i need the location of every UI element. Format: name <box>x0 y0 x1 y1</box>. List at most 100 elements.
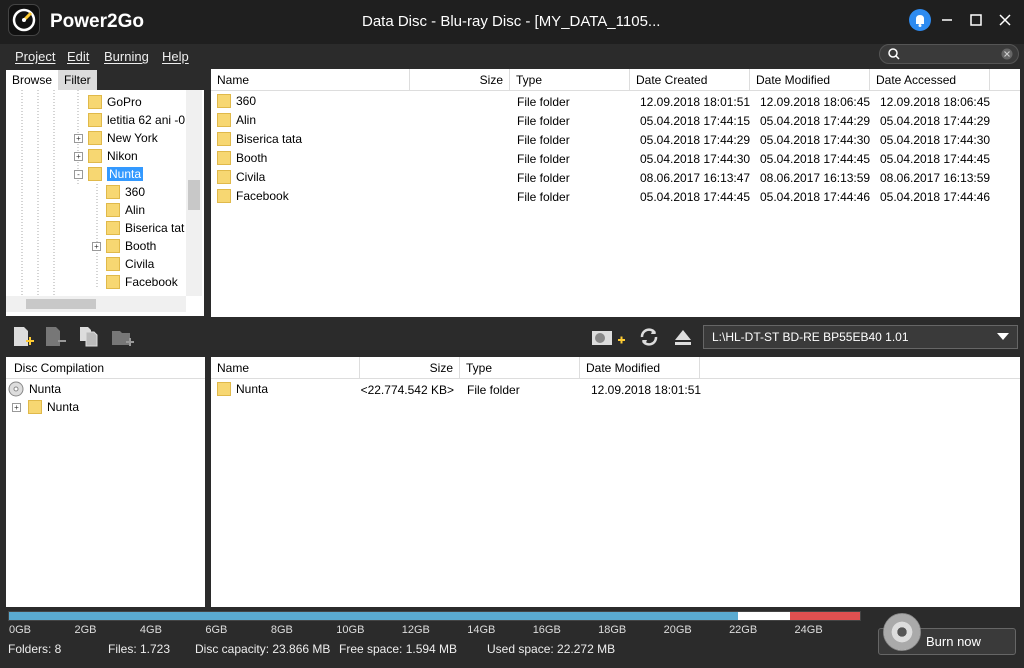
eject-icon[interactable] <box>670 325 696 349</box>
row-type: File folder <box>517 95 570 109</box>
tab-filter[interactable]: Filter <box>58 70 97 91</box>
disc-tools-icon[interactable] <box>586 325 626 349</box>
tree-item-label: Civila <box>125 257 155 271</box>
menu-burning[interactable]: Burning <box>104 49 149 64</box>
table-row[interactable]: 360 File folder 12.09.2018 18:01:51 12.09.2… <box>211 93 1020 112</box>
column-size[interactable]: Size <box>360 357 460 379</box>
table-row[interactable]: Alin File folder 05.04.2018 17:44:15 05.04.… <box>211 112 1020 131</box>
compilation-folder[interactable]: Nunta <box>28 398 79 416</box>
expand-icon[interactable]: + <box>92 242 101 251</box>
search-input[interactable] <box>879 44 1019 64</box>
table-row[interactable]: Biserica tata File folder 05.04.2018 17:44… <box>211 131 1020 150</box>
folder-icon <box>106 275 120 289</box>
burn-now-label[interactable]: Burn now <box>926 634 981 649</box>
notification-bell-icon[interactable] <box>909 9 931 31</box>
minimize-icon[interactable] <box>937 10 957 30</box>
clear-search-icon[interactable] <box>1001 48 1013 60</box>
tree-item-label: letitia 62 ani -0 <box>107 113 186 127</box>
new-folder-icon[interactable] <box>110 325 136 349</box>
folders-count: Folders: 8 <box>8 642 62 656</box>
tree-item[interactable]: Nikon <box>88 147 138 165</box>
row-name-cell: Alin <box>217 113 256 127</box>
tree-item[interactable]: Booth <box>106 237 156 255</box>
compilation-header: Disc Compilation <box>6 357 205 379</box>
menu-help[interactable]: Help <box>162 49 189 64</box>
maximize-icon[interactable] <box>966 10 986 30</box>
column-name[interactable]: Name <box>211 357 360 379</box>
tree-item-label: GoPro <box>107 95 142 109</box>
folder-icon <box>28 400 42 414</box>
row-name-cell: Biserica tata <box>217 132 302 146</box>
table-row[interactable]: Civila File folder 08.06.2017 16:13:47 08.0… <box>211 169 1020 188</box>
table-row[interactable]: Booth File folder 05.04.2018 17:44:30 05.04… <box>211 150 1020 169</box>
refresh-icon[interactable] <box>636 325 662 349</box>
tree-item[interactable]: GoPro <box>88 93 142 111</box>
tree-item[interactable]: 360 <box>106 183 145 201</box>
folder-icon <box>106 257 120 271</box>
column-size[interactable]: Size <box>410 69 510 91</box>
file-list-header: Name Size Type Date Created Date Modifie… <box>211 69 1020 91</box>
disc-compilation-tree[interactable]: Disc Compilation Nunta + Nunta <box>6 357 205 607</box>
column-type[interactable]: Type <box>510 69 630 91</box>
folder-icon <box>217 382 231 396</box>
capacity-bar <box>8 611 861 621</box>
row-created: 08.06.2017 16:13:47 <box>640 171 751 185</box>
tree-item-label: Booth <box>125 239 157 253</box>
table-row[interactable]: Facebook File folder 05.04.2018 17:44:45 05… <box>211 188 1020 207</box>
tree-horizontal-scrollbar[interactable] <box>6 296 186 312</box>
row-created: 05.04.2018 17:44:45 <box>640 190 751 204</box>
folder-tree[interactable]: GoPro letitia 62 ani -0 + New York + Nikon - Nu… <box>6 90 204 316</box>
table-row[interactable]: Nunta <22.774.542 KB> File folder 12.09.… <box>211 381 1020 400</box>
compilation-list-header: Name Size Type Date Modified <box>211 357 1020 379</box>
column-type[interactable]: Type <box>460 357 580 379</box>
column-date-modified[interactable]: Date Modified <box>750 69 870 91</box>
row-accessed: 05.04.2018 17:44:30 <box>880 133 991 147</box>
drive-select[interactable]: L:\HL-DT-ST BD-RE BP55EB40 1.01 <box>703 325 1018 349</box>
drive-select-value: L:\HL-DT-ST BD-RE BP55EB40 1.01 <box>712 330 909 344</box>
row-modified: 05.04.2018 17:44:30 <box>760 133 871 147</box>
tree-item-label: Biserica tat <box>125 221 185 235</box>
tree-item[interactable]: New York <box>88 129 158 147</box>
tab-browse[interactable]: Browse <box>6 70 59 91</box>
tree-item[interactable]: letitia 62 ani -0 <box>88 111 185 129</box>
row-accessed: 05.04.2018 17:44:45 <box>880 152 991 166</box>
burn-disc-icon[interactable] <box>883 613 921 651</box>
tree-item[interactable]: Alin <box>106 201 145 219</box>
column-date-created[interactable]: Date Created <box>630 69 750 91</box>
compilation-list[interactable]: Name Size Type Date Modified Nunta <22.7… <box>211 357 1020 607</box>
tree-item[interactable]: Civila <box>106 255 154 273</box>
row-type: File folder <box>467 383 520 397</box>
compilation-root[interactable]: Nunta <box>8 380 61 398</box>
disc-capacity: Disc capacity: 23.866 MB <box>195 642 331 656</box>
folder-icon <box>88 131 102 145</box>
column-name[interactable]: Name <box>211 69 410 91</box>
close-icon[interactable] <box>995 10 1015 30</box>
remove-file-icon[interactable] <box>42 325 68 349</box>
tree-item-label: Nunta <box>107 167 144 181</box>
file-list[interactable]: Name Size Type Date Created Date Modifie… <box>211 69 1020 317</box>
column-date-modified[interactable]: Date Modified <box>580 357 700 379</box>
expand-icon[interactable]: + <box>12 403 21 412</box>
expand-icon[interactable]: + <box>74 134 83 143</box>
tree-item-label: Alin <box>125 203 146 217</box>
collapse-icon[interactable]: - <box>74 170 83 179</box>
tree-item-label: Nikon <box>107 149 138 163</box>
window-title: Data Disc - Blu-ray Disc - [MY_DATA_1105… <box>362 13 661 30</box>
tree-vertical-scrollbar[interactable] <box>186 90 202 296</box>
menu-project[interactable]: Project <box>15 49 55 64</box>
add-file-icon[interactable] <box>10 325 36 349</box>
power2go-logo-icon <box>8 4 40 36</box>
capacity-tick-label: 18GB <box>598 624 627 636</box>
files-count: Files: 1.723 <box>108 642 171 656</box>
column-date-accessed[interactable]: Date Accessed <box>870 69 990 91</box>
disc-icon <box>8 381 24 397</box>
expand-icon[interactable]: + <box>74 152 83 161</box>
tree-item[interactable]: Nunta <box>88 165 144 183</box>
copy-file-icon[interactable] <box>76 325 102 349</box>
folder-icon <box>217 151 231 165</box>
tree-item[interactable]: Facebook <box>106 273 178 291</box>
menu-edit[interactable]: Edit <box>67 49 89 64</box>
tree-item[interactable]: Biserica tat <box>106 219 184 237</box>
capacity-tick-label: 14GB <box>467 624 496 636</box>
capacity-tick-label: 12GB <box>401 624 430 636</box>
